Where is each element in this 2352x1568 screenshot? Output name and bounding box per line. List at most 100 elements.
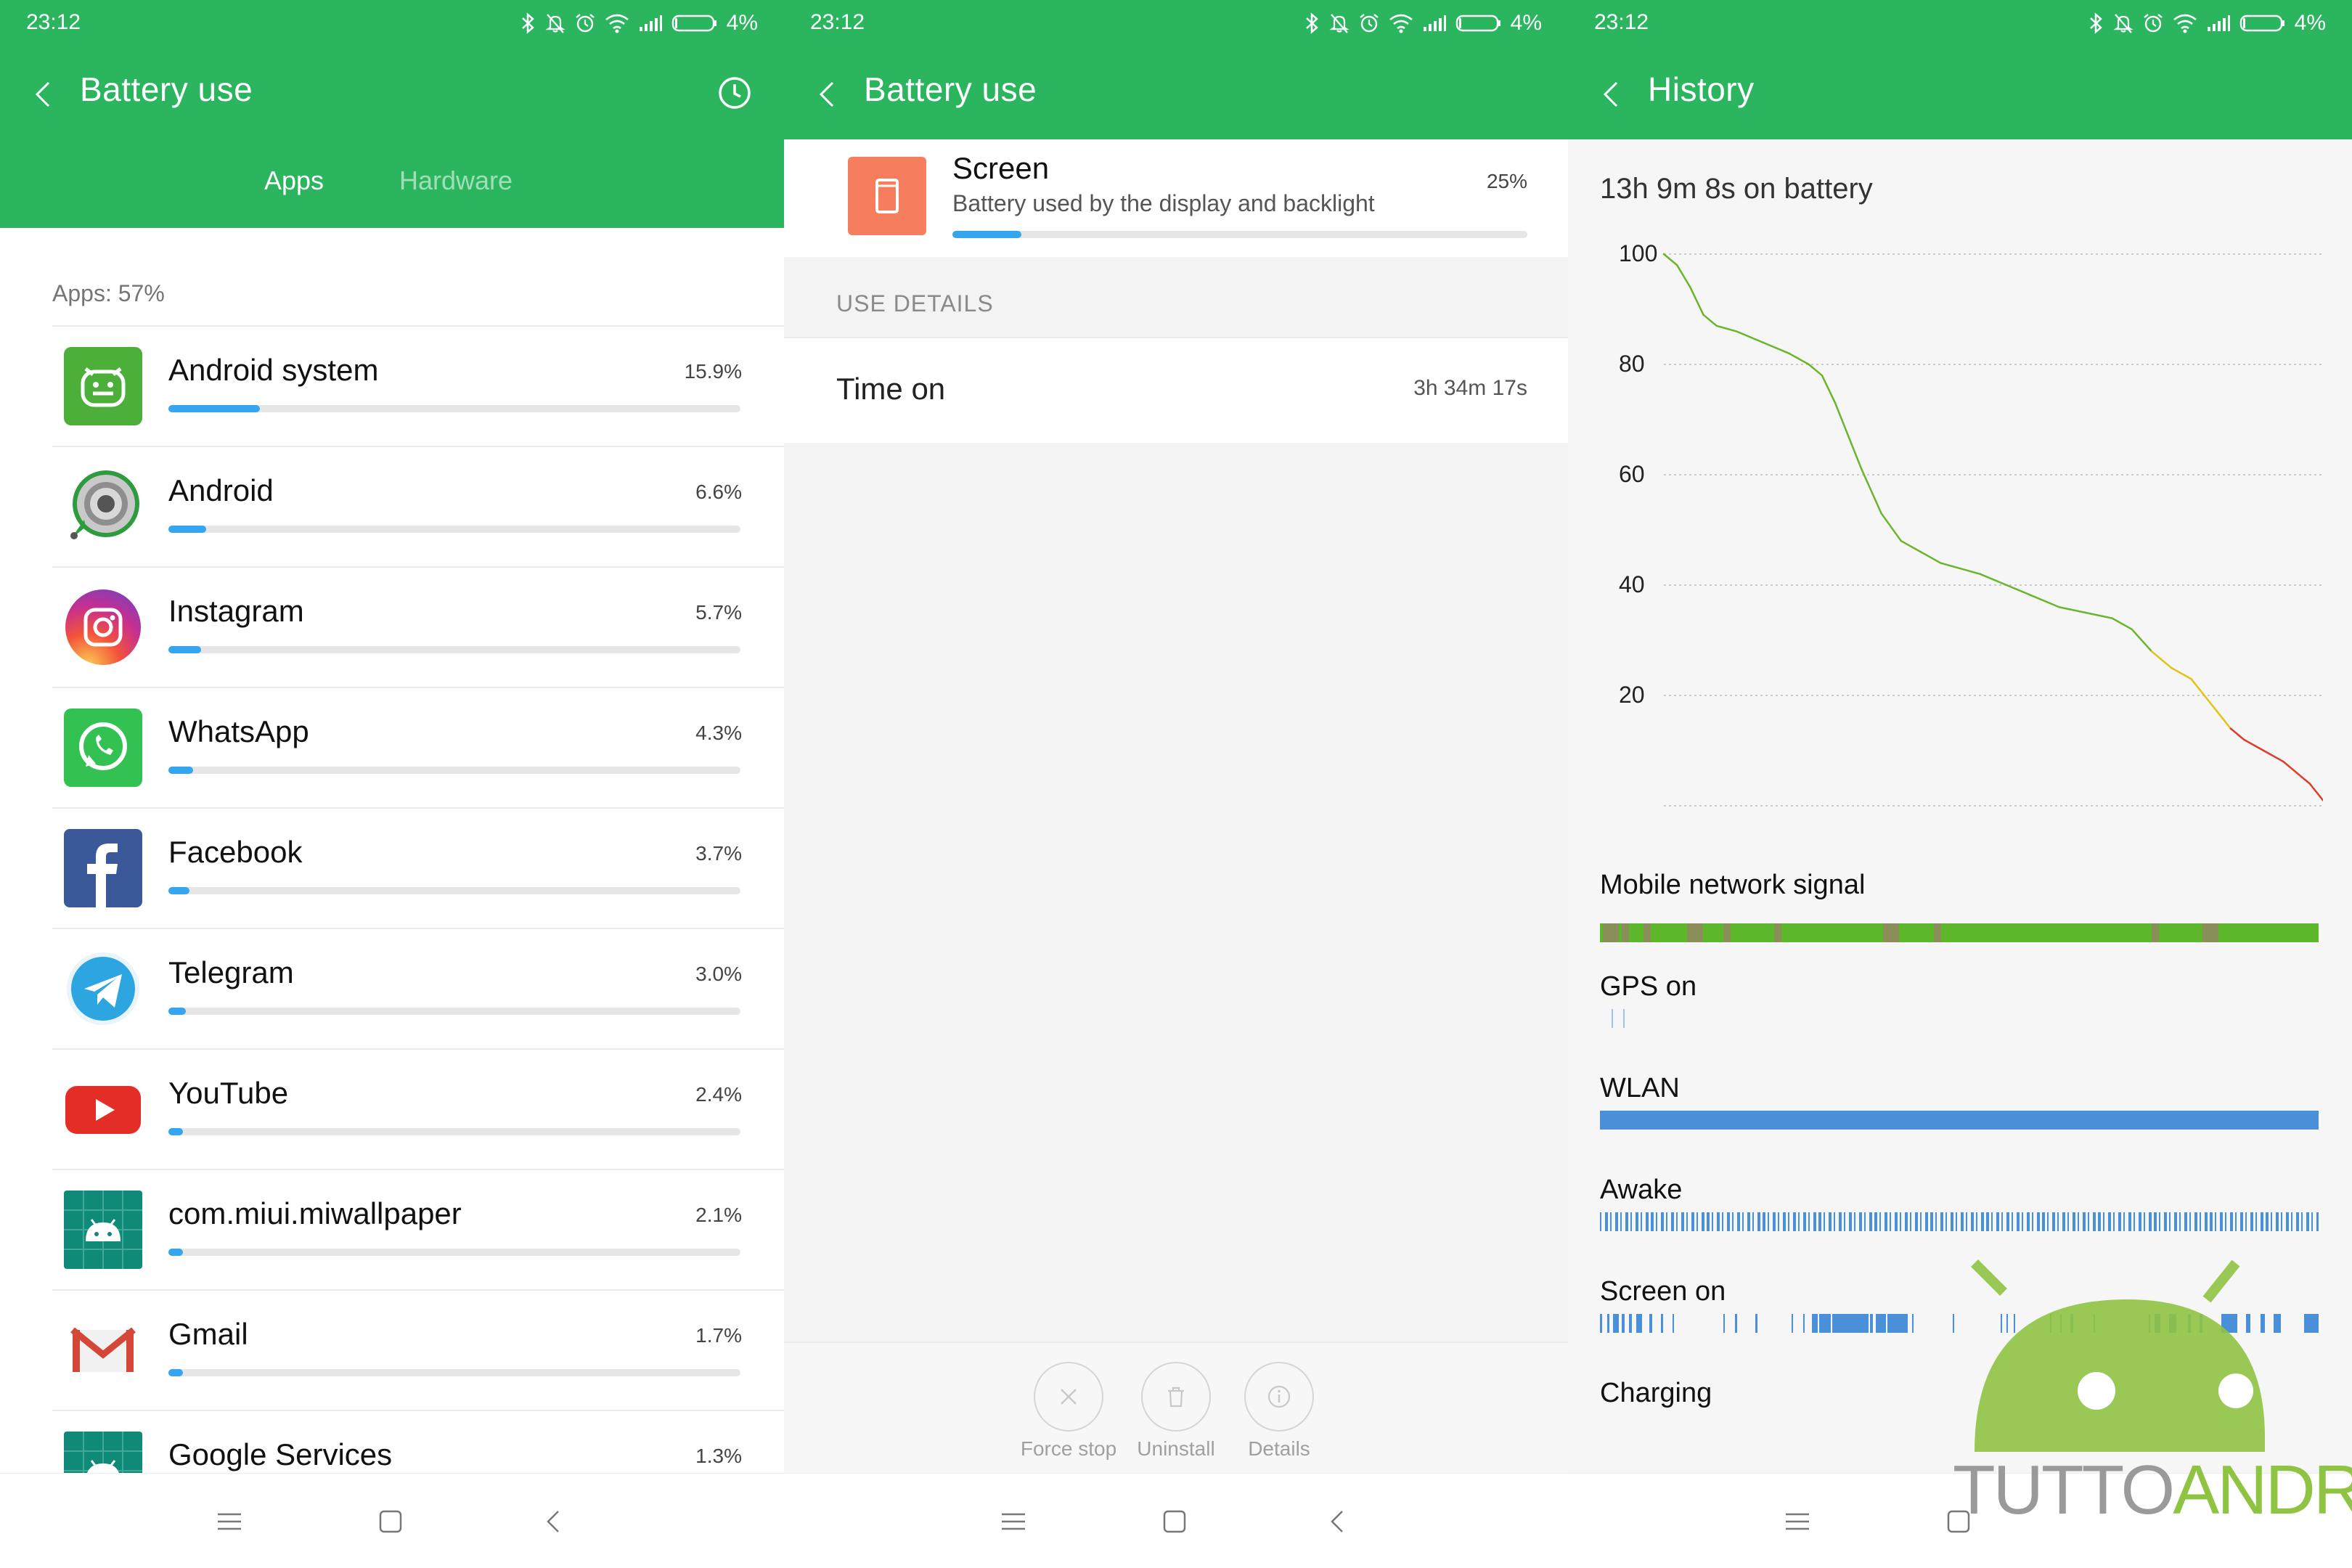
app-percent: 3.0% xyxy=(695,963,742,985)
awake-segment xyxy=(1879,1212,1881,1231)
weak-signal-segment xyxy=(1622,923,1629,942)
tab-hardware[interactable]: Hardware xyxy=(399,166,513,196)
battery-line-segment xyxy=(1959,567,1982,576)
screen-on-segment xyxy=(1887,1314,1908,1333)
system-nav-bar xyxy=(0,1473,784,1568)
back-button[interactable] xyxy=(25,74,61,115)
awake-segment xyxy=(1696,1212,1698,1231)
mobile-signal-lane xyxy=(1600,923,2319,942)
list-item[interactable]: Instagram 5.7% xyxy=(52,566,784,687)
screen-on-segment xyxy=(1812,1314,1818,1333)
battery-line-segment xyxy=(1662,253,1678,266)
menu-button[interactable] xyxy=(1776,1500,1819,1543)
home-button[interactable] xyxy=(1153,1500,1196,1543)
screen-on-lane xyxy=(1600,1314,2319,1333)
awake-segment xyxy=(1691,1212,1694,1231)
wifi-icon xyxy=(2173,14,2197,33)
info-icon xyxy=(1267,1385,1291,1408)
awake-segment xyxy=(1615,1212,1618,1231)
list-item[interactable]: YouTube 2.4% xyxy=(52,1048,784,1169)
awake-segment xyxy=(1991,1212,1993,1231)
nav-back-button[interactable] xyxy=(531,1500,575,1543)
screen-on-segment xyxy=(2169,1314,2176,1333)
battery-line-segment xyxy=(2216,711,2232,730)
usage-bar-fill xyxy=(168,646,202,653)
cell-signal-icon xyxy=(639,15,662,31)
awake-segment xyxy=(1600,1212,1601,1231)
screen-on-segment xyxy=(2261,1314,2265,1333)
menu-button[interactable] xyxy=(992,1500,1035,1543)
usage-bar-fill xyxy=(168,405,261,412)
battery-line-segment xyxy=(1880,512,1903,542)
list-item[interactable]: Gmail 1.7% xyxy=(52,1289,784,1410)
tab-apps[interactable]: Apps xyxy=(264,166,324,196)
usage-item-subtitle: Battery used by the display and backligh… xyxy=(952,190,1375,216)
awake-segment xyxy=(1798,1212,1800,1231)
force-stop-button[interactable]: Force stop xyxy=(1010,1362,1127,1461)
awake-segment xyxy=(2159,1212,2160,1231)
battery-percent: 4% xyxy=(726,11,758,35)
nav-back-icon xyxy=(547,1511,559,1532)
awake-segment xyxy=(2240,1212,2243,1231)
battery-line-segment xyxy=(2032,595,2061,608)
time-on-label: Time on xyxy=(836,372,946,406)
list-item[interactable]: WhatsApp 4.3% xyxy=(52,687,784,807)
screen-on-segment xyxy=(1607,1314,1609,1333)
screen-on-segment xyxy=(2060,1314,2062,1333)
screen-on-segment xyxy=(2149,1314,2150,1333)
uninstall-button[interactable]: Uninstall xyxy=(1118,1362,1234,1461)
awake-segment xyxy=(2291,1212,2292,1231)
back-button[interactable] xyxy=(809,74,845,115)
usage-bar xyxy=(168,767,740,774)
weak-signal-segment xyxy=(2202,923,2218,942)
battery-level-chart: 100 80 60 40 20 xyxy=(1619,240,2323,807)
usage-bar xyxy=(168,1128,740,1135)
app-name: Android xyxy=(168,473,274,507)
menu-button[interactable] xyxy=(208,1500,251,1543)
force-stop-circle xyxy=(1034,1362,1103,1432)
awake-segment xyxy=(1940,1212,1943,1231)
awake-segment xyxy=(2215,1212,2216,1231)
back-button[interactable] xyxy=(1593,74,1629,115)
awake-segment xyxy=(1849,1212,1852,1231)
screen-on-segment xyxy=(1870,1314,1873,1333)
screen-on-segment xyxy=(2094,1314,2095,1333)
awake-segment xyxy=(1874,1212,1877,1231)
awake-segment xyxy=(2144,1212,2145,1231)
app-header: Battery use xyxy=(784,48,1568,139)
menu-icon xyxy=(218,1513,241,1530)
awake-segment xyxy=(1610,1212,1612,1231)
time-on-value: 3h 34m 17s xyxy=(1413,376,1527,400)
screen-on-segment xyxy=(1803,1314,1805,1333)
awake-segment xyxy=(1935,1212,1937,1231)
home-button[interactable] xyxy=(369,1500,412,1543)
awake-segment xyxy=(1930,1212,1933,1231)
details-button[interactable]: Details xyxy=(1221,1362,1337,1461)
awake-segment xyxy=(2047,1212,2049,1231)
awake-segment xyxy=(2022,1212,2023,1231)
list-item[interactable]: Android 6.6% xyxy=(52,446,784,566)
list-item[interactable]: Facebook 3.7% xyxy=(52,807,784,928)
gmail-icon xyxy=(70,1327,136,1372)
awake-segment xyxy=(2169,1212,2171,1231)
awake-segment xyxy=(2057,1212,2059,1231)
awake-segment xyxy=(2179,1212,2181,1231)
awake-segment xyxy=(1636,1212,1638,1231)
history-clock-icon[interactable] xyxy=(714,73,755,113)
list-item[interactable]: Telegram 3.0% xyxy=(52,928,784,1048)
gps-label: GPS on xyxy=(1600,971,1697,1002)
weak-signal-segment xyxy=(1774,923,1781,942)
nav-back-button[interactable] xyxy=(1315,1500,1359,1543)
battery-line-segment xyxy=(2084,611,2113,619)
status-icons: 4% xyxy=(520,9,758,38)
list-item[interactable]: com.miui.miwallpaper 2.1% xyxy=(52,1169,784,1289)
awake-segment xyxy=(2184,1212,2187,1231)
awake-segment xyxy=(1641,1212,1642,1231)
usage-bar xyxy=(168,1008,740,1015)
awake-segment xyxy=(2139,1212,2141,1231)
awake-segment xyxy=(1966,1212,1967,1231)
awake-segment xyxy=(1778,1212,1779,1231)
app-usage-list: Android system 15.9% Android 6.6% Instag… xyxy=(52,325,784,1530)
list-item[interactable]: Android system 15.9% xyxy=(52,325,784,446)
awake-segment xyxy=(1859,1212,1862,1231)
